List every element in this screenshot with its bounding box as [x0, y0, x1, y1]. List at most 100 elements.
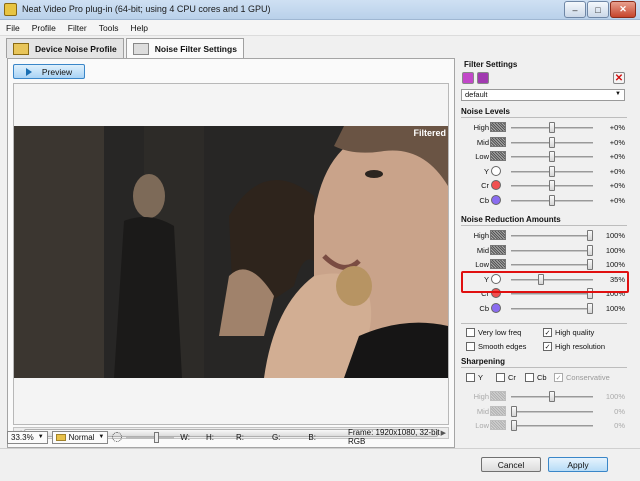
sharpen-y-checkbox[interactable]: Y [466, 373, 483, 382]
slider-track[interactable] [511, 264, 593, 266]
slider-label: Cr [481, 181, 489, 190]
menu-tools[interactable]: Tools [99, 23, 119, 33]
preview-viewport[interactable]: Filtered [13, 83, 449, 425]
divider [0, 448, 640, 449]
view-mode-select[interactable]: Normal ▼ [51, 430, 109, 444]
slider-track[interactable] [511, 249, 593, 252]
folder-icon [55, 433, 66, 441]
slider-value: +0% [609, 152, 625, 161]
slider-thumb[interactable] [587, 244, 593, 256]
checkbox-box[interactable] [466, 328, 475, 337]
frequency-texture-icon [490, 136, 506, 147]
checkbox-label: Cr [508, 373, 516, 382]
preview-photo-illustration [14, 126, 448, 378]
slider-track[interactable] [511, 293, 593, 295]
menu-filter[interactable]: Filter [68, 23, 87, 33]
zoom-select[interactable]: 33.3% ▼ [7, 430, 48, 444]
checkbox-box[interactable] [466, 342, 475, 351]
save-preset-icon[interactable] [477, 72, 489, 84]
checkbox-box[interactable]: ✓ [543, 342, 552, 351]
channel-swatch-icon [491, 180, 501, 190]
slider-track[interactable] [511, 410, 593, 413]
delete-preset-icon[interactable]: ✕ [613, 72, 625, 84]
tab-noise-filter-settings[interactable]: Noise Filter Settings [125, 38, 244, 59]
sharpen-cb-checkbox[interactable]: Cb [525, 373, 547, 382]
slider-value: 100% [605, 392, 625, 401]
slider-label: Low [475, 260, 489, 269]
title-bar: Neat Video Pro plug-in (64-bit; using 4 … [0, 0, 640, 20]
menu-file[interactable]: File [6, 23, 20, 33]
app-icon [4, 3, 17, 16]
preview-panel: Preview Filtered ▶ [7, 58, 455, 448]
checkbox-box[interactable]: ✓ [543, 328, 552, 337]
maximize-button[interactable]: □ [587, 1, 609, 18]
cancel-button[interactable]: Cancel [481, 457, 541, 472]
close-button[interactable]: ✕ [610, 1, 636, 18]
high-resolution-checkbox[interactable]: ✓ High resolution [543, 342, 605, 351]
checkbox-box[interactable] [466, 373, 475, 382]
tab-device-noise-profile[interactable]: Device Noise Profile [6, 38, 124, 58]
slider-label: Low [475, 421, 489, 430]
width-readout: W: [180, 432, 190, 442]
slider-thumb[interactable] [549, 180, 555, 191]
preview-image[interactable]: Filtered [14, 126, 448, 378]
height-readout: H: [205, 432, 214, 442]
slider-thumb[interactable] [549, 165, 555, 177]
noise-reduction-title: Noise Reduction Amounts [461, 215, 561, 224]
slider-thumb[interactable] [587, 259, 593, 270]
play-icon [25, 67, 32, 76]
slider-thumb[interactable] [587, 230, 593, 241]
slider-value: 0% [614, 421, 625, 430]
noise-level-high-row: High +0% [461, 121, 627, 134]
filter-settings-title: Filter Settings [464, 60, 518, 69]
slider-thumb[interactable] [549, 136, 555, 148]
conservative-checkbox[interactable]: ✓ Conservative [554, 373, 610, 382]
minimize-button[interactable]: – [564, 1, 586, 18]
chevron-down-icon: ▼ [615, 91, 621, 97]
apply-button[interactable]: Apply [548, 457, 608, 472]
slider-track[interactable] [511, 425, 593, 427]
slider-value: 100% [605, 260, 625, 269]
slider-track[interactable] [511, 235, 593, 237]
slider-thumb[interactable] [549, 151, 555, 162]
frequency-texture-icon [490, 391, 506, 401]
checkbox-box[interactable] [496, 373, 505, 382]
high-quality-checkbox[interactable]: ✓ High quality [543, 328, 594, 337]
slider-thumb[interactable] [549, 391, 555, 402]
highlight-frame [461, 271, 629, 293]
very-low-freq-checkbox[interactable]: Very low freq [466, 328, 521, 337]
brightness-slider[interactable] [126, 431, 175, 443]
preview-button[interactable]: Preview [13, 64, 85, 79]
divider [461, 117, 627, 118]
slider-track[interactable] [511, 307, 593, 310]
smooth-edges-checkbox[interactable]: Smooth edges [466, 342, 526, 351]
slider-thumb[interactable] [511, 405, 517, 417]
sharpen-cr-checkbox[interactable]: Cr [496, 373, 516, 382]
menu-profile[interactable]: Profile [32, 23, 56, 33]
reduction-cb-row: Cb 100% [461, 302, 627, 315]
green-readout: G: [271, 432, 281, 442]
checkbox-box[interactable] [525, 373, 534, 382]
slider-label: Cb [479, 303, 489, 313]
menu-help[interactable]: Help [131, 23, 148, 33]
slider-thumb[interactable] [549, 194, 555, 206]
open-preset-icon[interactable] [462, 72, 474, 84]
zoom-value: 33.3% [11, 432, 34, 442]
sharpening-mid-row: Mid 0% [461, 405, 627, 418]
divider [461, 367, 627, 368]
slider-thumb[interactable] [587, 302, 593, 314]
slider-label: High [473, 123, 489, 132]
slider-value: +0% [609, 181, 625, 190]
reduction-mid-row: Mid 100% [461, 244, 627, 257]
checkbox-box[interactable]: ✓ [554, 373, 563, 382]
frequency-texture-icon [490, 230, 506, 240]
preset-select[interactable]: default ▼ [461, 89, 625, 101]
sharpening-high-row: High 100% [461, 390, 627, 403]
profile-icon [13, 42, 29, 55]
filter-settings-panel: Filter Settings ✕ default ▼ Noise Levels… [458, 58, 630, 448]
slider-value: +0% [609, 123, 625, 132]
reduction-high-row: High 100% [461, 229, 627, 242]
preview-button-label: Preview [41, 66, 73, 77]
slider-thumb[interactable] [511, 420, 517, 431]
slider-thumb[interactable] [549, 122, 555, 133]
